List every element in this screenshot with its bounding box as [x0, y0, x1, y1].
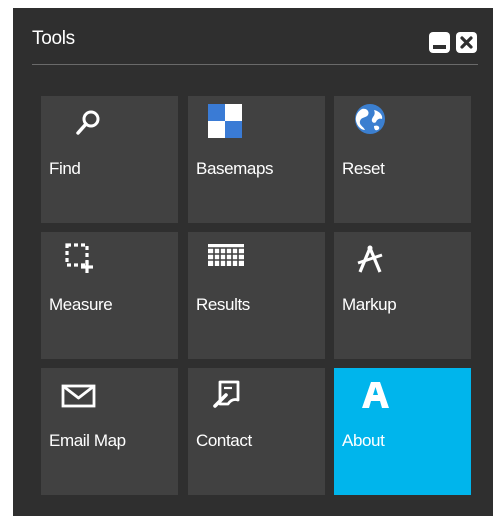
about-icon: [334, 376, 434, 416]
measure-icon: [41, 240, 141, 280]
tile-basemaps[interactable]: Basemaps: [188, 96, 325, 223]
tile-measure[interactable]: Measure: [41, 232, 178, 359]
tile-markup[interactable]: Markup: [334, 232, 471, 359]
tools-panel: Tools Find Basemaps Reset Measure Result…: [13, 8, 493, 516]
tile-label: Contact: [196, 431, 252, 450]
basemaps-icon: [188, 104, 288, 144]
tile-results[interactable]: Results: [188, 232, 325, 359]
minimize-button[interactable]: [429, 32, 450, 53]
contact-icon: [188, 376, 288, 416]
tile-contact[interactable]: Contact: [188, 368, 325, 495]
table-icon: [188, 240, 288, 280]
tile-label: Measure: [49, 295, 113, 314]
tile-label: Reset: [342, 159, 385, 178]
envelope-icon: [41, 376, 141, 416]
panel-title: Tools: [32, 28, 75, 49]
tools-grid: Find Basemaps Reset Measure Results Mark…: [41, 96, 473, 496]
tile-reset[interactable]: Reset: [334, 96, 471, 223]
header-divider: [32, 64, 478, 65]
minimize-icon: [433, 45, 446, 49]
globe-icon: [334, 104, 434, 144]
tile-label: Find: [49, 159, 81, 178]
search-icon: [41, 104, 141, 144]
tile-label: Markup: [342, 295, 397, 314]
tile-label: Email Map: [49, 431, 126, 450]
tile-email-map[interactable]: Email Map: [41, 368, 178, 495]
close-button[interactable]: [456, 32, 477, 53]
tile-label: Results: [196, 295, 250, 314]
markup-icon: [334, 240, 434, 280]
tile-label: Basemaps: [196, 159, 274, 178]
tile-find[interactable]: Find: [41, 96, 178, 223]
panel-header: Tools: [13, 8, 493, 72]
close-icon: [460, 36, 473, 49]
tile-label: About: [342, 431, 385, 450]
tile-about[interactable]: About: [334, 368, 471, 495]
